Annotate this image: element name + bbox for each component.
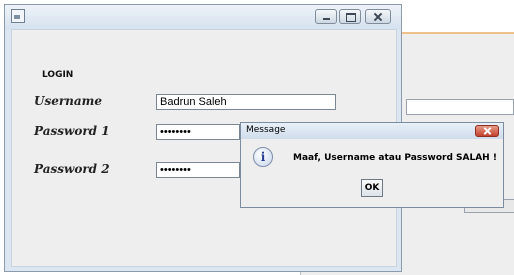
message-dialog: Message i Maaf, Username atau Password S… xyxy=(240,122,504,208)
maximize-button[interactable] xyxy=(339,9,361,24)
message-dialog-titlebar[interactable]: Message xyxy=(241,123,503,139)
close-window-button[interactable] xyxy=(365,9,391,24)
password2-field[interactable]: •••••••• xyxy=(156,162,240,178)
username-field[interactable]: Badrun Saleh xyxy=(156,94,336,110)
minimize-button[interactable] xyxy=(315,9,337,24)
ok-button[interactable]: OK xyxy=(361,179,383,197)
info-icon: i xyxy=(253,147,273,167)
java-app-icon xyxy=(11,9,25,23)
dialog-close-button[interactable] xyxy=(475,125,499,137)
password1-label: Password 1 xyxy=(34,124,110,138)
login-heading: LOGIN xyxy=(42,70,74,80)
login-window-titlebar[interactable] xyxy=(5,5,401,29)
password1-field[interactable]: •••••••• xyxy=(156,124,240,140)
background-text-field[interactable] xyxy=(406,99,514,115)
password2-label: Password 2 xyxy=(34,162,110,176)
username-label: Username xyxy=(34,94,103,108)
message-dialog-title: Message xyxy=(246,125,286,135)
message-text: Maaf, Username atau Password SALAH ! xyxy=(293,153,497,163)
